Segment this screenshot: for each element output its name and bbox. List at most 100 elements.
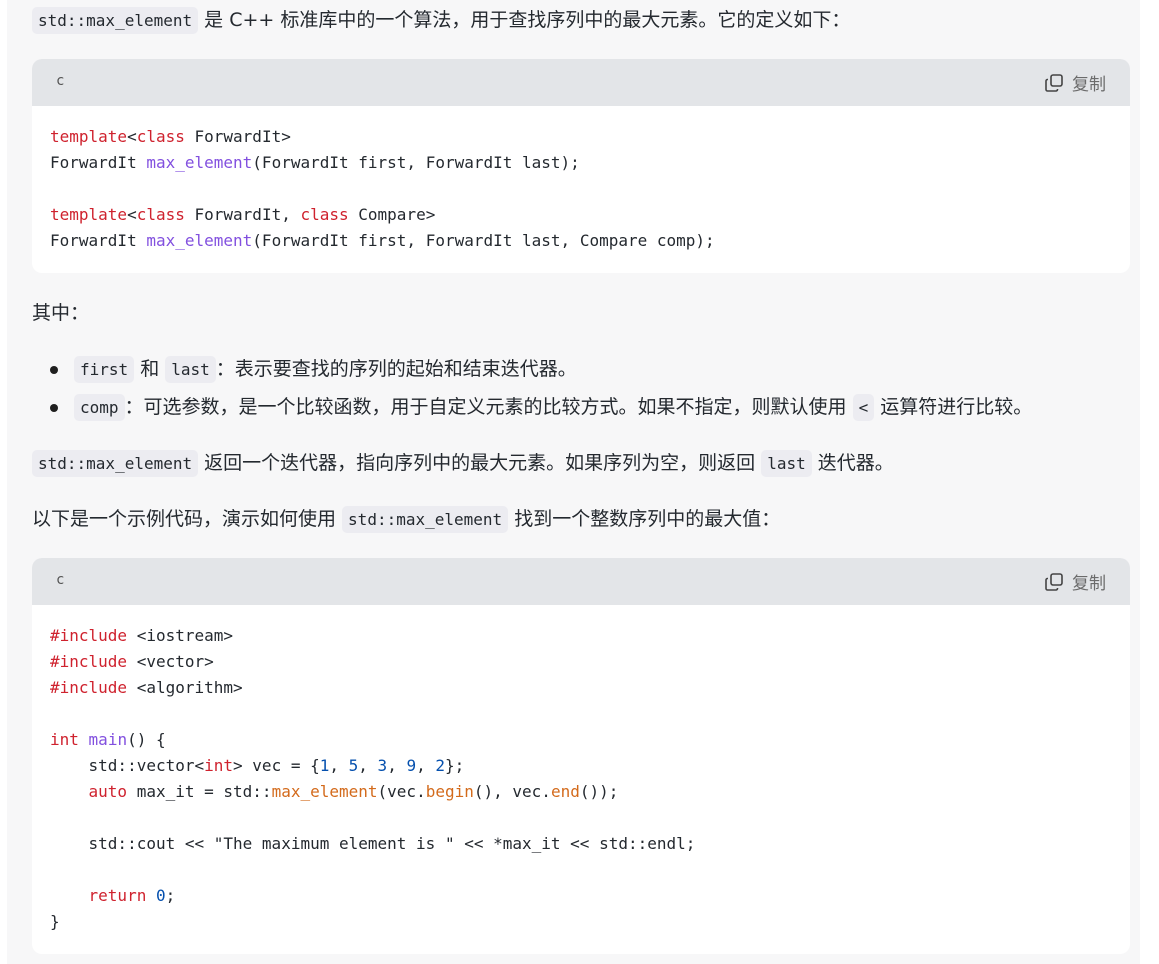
code-body[interactable]: template<class ForwardIt> ForwardIt max_e… [32, 106, 1130, 254]
code-token: int [204, 756, 234, 775]
list-item: comp ：可选参数，是一个比较函数，用于自定义元素的比较方式。如果不指定，则默认… [32, 393, 1032, 422]
code-token: begin [425, 782, 474, 801]
copy-label: 复制 [1072, 574, 1106, 594]
code-language-label: c [56, 572, 65, 588]
code-token: #include [50, 652, 128, 671]
code-language-label: c [56, 73, 65, 89]
inline-code: last [761, 450, 812, 477]
copy-code-button[interactable]: 复制 [1044, 569, 1106, 594]
code-token: (ForwardIt first, ForwardIt last, Compar… [252, 231, 715, 250]
code-token: (), vec. [473, 782, 551, 801]
list-item: first 和 last ：表示要查找的序列的起始和结束迭代器。 [32, 355, 1032, 384]
code-line: ​ [50, 857, 1112, 883]
code-line: ​ [50, 701, 1112, 727]
bullet-text: ：表示要查找的序列的起始和结束迭代器。 [215, 358, 577, 380]
code-token: class [136, 205, 185, 224]
code-token: ForwardIt [50, 153, 147, 172]
returns-text-end: 迭代器。 [811, 452, 894, 474]
code-token: , [387, 756, 407, 775]
intro-paragraph: std::max_element 是 C++ 标准库中的一个算法，用于查找序列中… [32, 6, 850, 35]
copy-code-button[interactable]: 复制 [1044, 70, 1106, 95]
code-token: max_element [146, 231, 253, 250]
code-token: > vec = { [233, 756, 320, 775]
code-line: template<class ForwardIt> [50, 124, 1112, 150]
code-block-header: c 复制 [32, 59, 1130, 106]
code-token: return [88, 886, 147, 905]
code-token: <vector> [127, 652, 214, 671]
code-token: , [416, 756, 436, 775]
code-line: ​ [50, 176, 1112, 202]
code-token: 1 [319, 756, 330, 775]
code-line: std::cout << "The maximum element is " <… [50, 831, 1112, 857]
code-token: }; [445, 756, 465, 775]
code-line: ForwardIt max_element(ForwardIt first, F… [50, 150, 1112, 176]
code-token: max_element [146, 153, 253, 172]
code-token: main [88, 730, 128, 749]
code-token: std::cout << "The maximum element is " <… [50, 834, 696, 853]
inline-code: std::max_element [32, 450, 199, 477]
code-token: (ForwardIt first, ForwardIt last); [252, 153, 580, 172]
code-token: () { [127, 730, 166, 749]
code-token: , [358, 756, 378, 775]
code-token: 2 [435, 756, 445, 775]
code-line: #include <algorithm> [50, 675, 1112, 701]
inline-code: last [165, 356, 216, 383]
code-token: std::vector< [50, 756, 205, 775]
code-token: ForwardIt [50, 231, 147, 250]
code-token: auto [88, 782, 128, 801]
code-line: ​ [50, 805, 1112, 831]
inline-code: std::max_element [342, 506, 509, 533]
copy-icon [1045, 572, 1063, 591]
example-text-end: 找到一个整数序列中的最大值： [508, 508, 781, 530]
example-text: 以下是一个示例代码，演示如何使用 [32, 508, 343, 530]
bullet-text: 运算符进行比较。 [874, 396, 1033, 418]
code-token: #include [50, 626, 128, 645]
code-block-example: c 复制 #include <iostream> #include <vector… [32, 558, 1130, 954]
code-block-header: c 复制 [32, 558, 1130, 605]
code-token: 5 [348, 756, 359, 775]
code-line: #include <iostream> [50, 623, 1112, 649]
code-token: 3 [377, 756, 388, 775]
code-token: template [50, 205, 128, 224]
intro-text: 是 C++ 标准库中的一个算法，用于查找序列中的最大元素。它的定义如下： [198, 9, 851, 31]
code-token: #include [50, 678, 128, 697]
code-line: int main() { [50, 727, 1112, 753]
code-token: <algorithm> [127, 678, 243, 697]
inline-code: std::max_element [32, 7, 199, 34]
inline-code: < [852, 394, 875, 421]
code-token: Compare> [348, 205, 436, 224]
code-token: end [550, 782, 580, 801]
example-intro-paragraph: 以下是一个示例代码，演示如何使用 std::max_element 找到一个整数… [32, 505, 780, 534]
code-body[interactable]: #include <iostream> #include <vector> #inc… [32, 605, 1130, 935]
code-token: class [300, 205, 349, 224]
returns-text: 返回一个迭代器，指向序列中的最大元素。如果序列为空，则返回 [198, 452, 762, 474]
code-token: ForwardIt> [184, 127, 291, 146]
code-token: } [50, 912, 60, 931]
code-token: ; [165, 886, 176, 905]
code-token: ForwardIt, [184, 205, 301, 224]
bullet-text: 和 [134, 358, 166, 380]
code-line: auto max_it = std::max_element(vec.begin… [50, 779, 1112, 805]
code-line: return 0; [50, 883, 1112, 909]
code-token: template [50, 127, 128, 146]
code-block-declaration: c 复制 template<class ForwardIt> ForwardIt … [32, 59, 1130, 273]
code-line: std::vector<int> vec = {1, 5, 3, 9, 2}; [50, 753, 1112, 779]
bullet-text: ：可选参数，是一个比较函数，用于自定义元素的比较方式。如果不指定，则默认使用 [124, 396, 853, 418]
code-token: < [127, 205, 137, 224]
code-line: ForwardIt max_element(ForwardIt first, F… [50, 228, 1112, 254]
code-token: max_it = std:: [127, 782, 272, 801]
param-list: first 和 last ：表示要查找的序列的起始和结束迭代器。 comp ：可选参… [32, 355, 1032, 422]
copy-icon [1045, 73, 1063, 92]
code-token: < [127, 127, 137, 146]
code-line: template<class ForwardIt, class Compare> [50, 202, 1112, 228]
code-line: #include <vector> [50, 649, 1112, 675]
code-token: 9 [406, 756, 417, 775]
code-token: class [136, 127, 185, 146]
code-token: ()); [579, 782, 619, 801]
where-label: 其中： [32, 302, 90, 324]
copy-label: 复制 [1072, 75, 1106, 95]
code-token: 0 [155, 886, 166, 905]
